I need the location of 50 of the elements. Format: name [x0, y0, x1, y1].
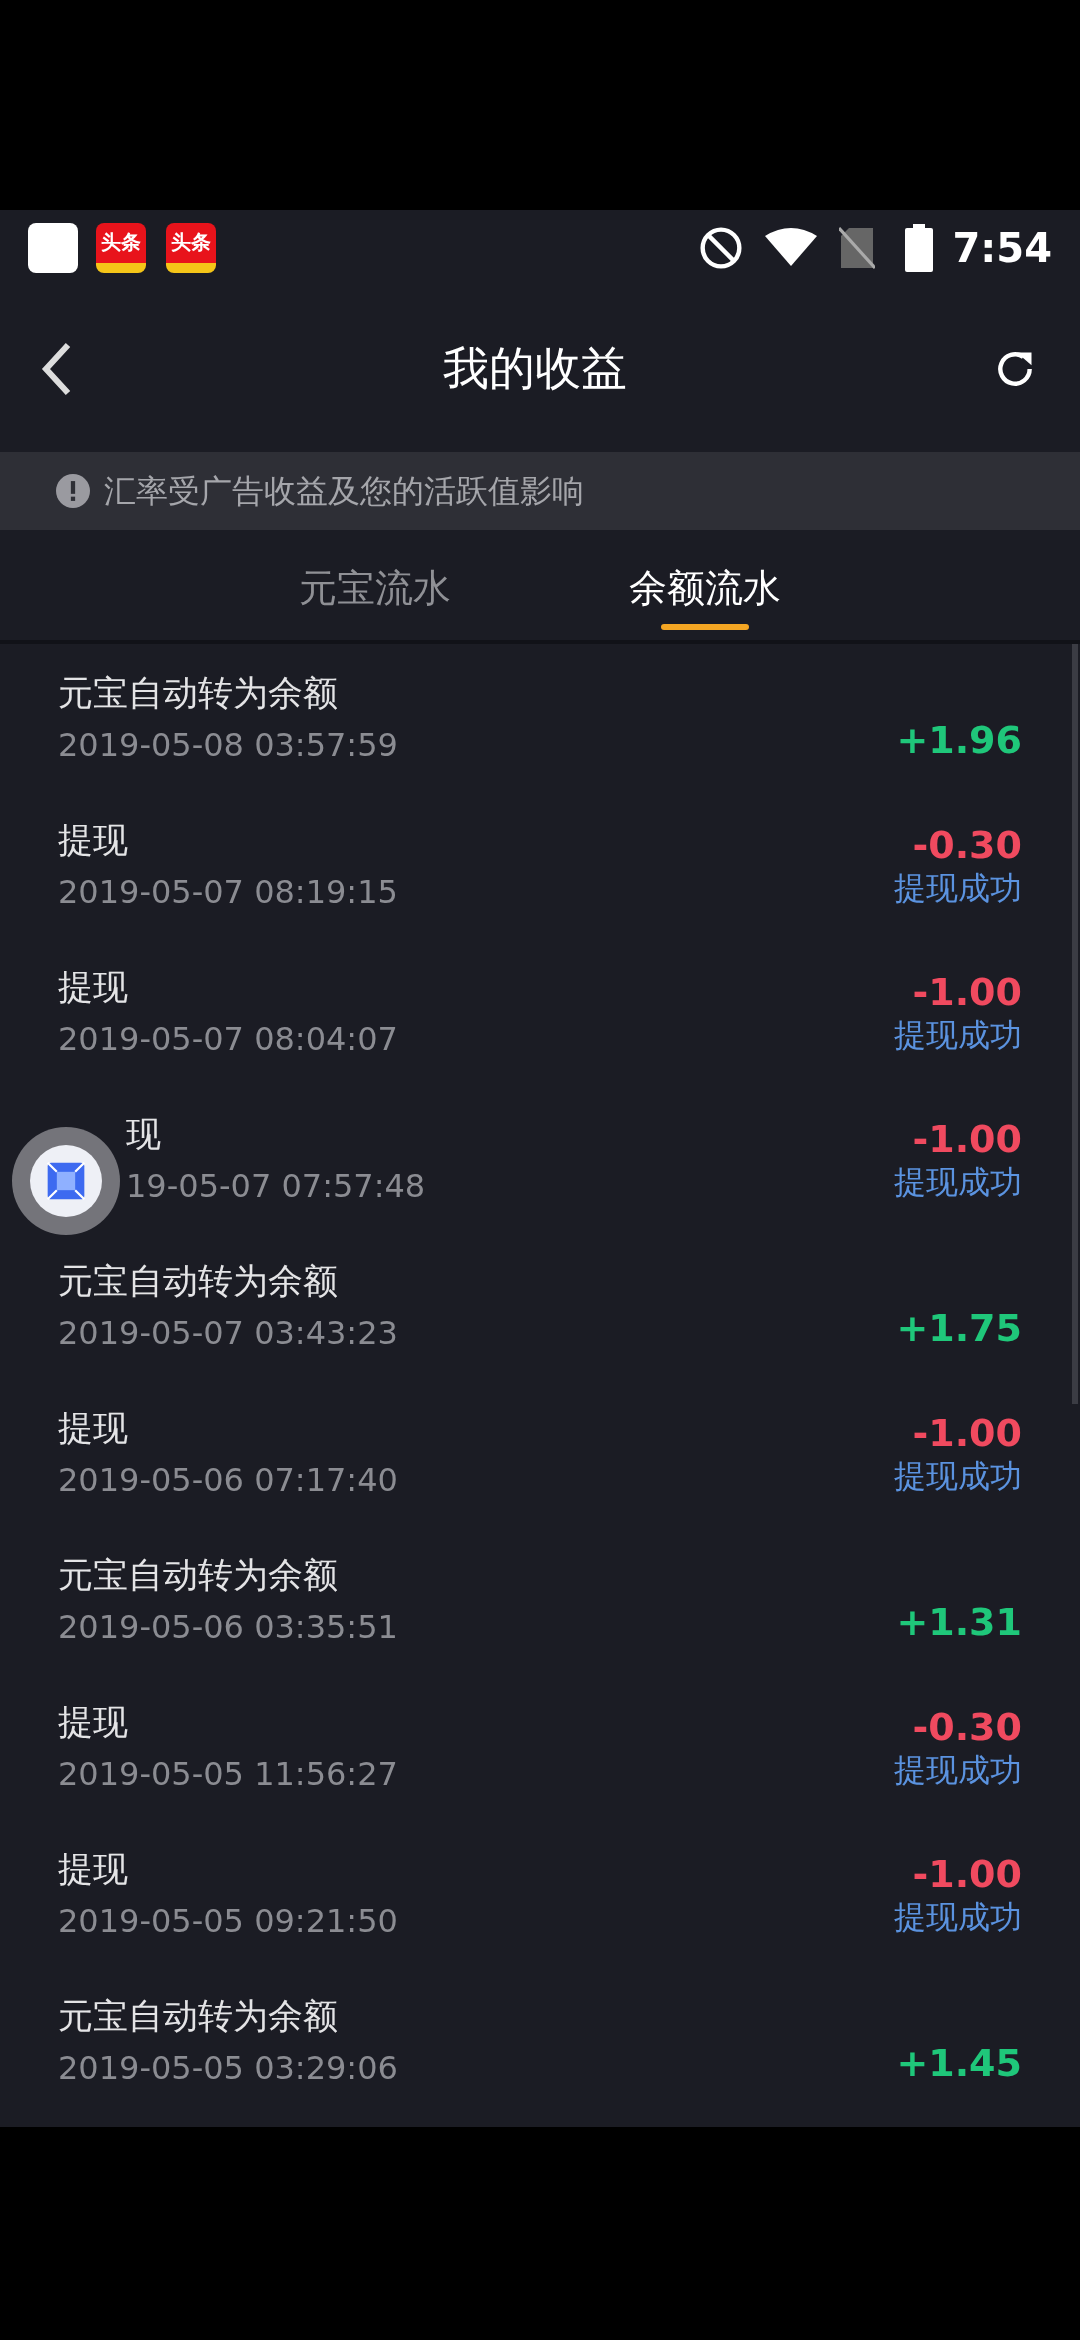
record-title: 现 [126, 1112, 162, 1156]
record-status: 提现成功 [894, 1455, 1022, 1496]
page-title: 我的收益 [443, 340, 627, 397]
record-time: 2019-05-06 03:35:51 [58, 1606, 398, 1647]
record-amount: +1.45 [896, 2040, 1022, 2086]
record-title: 提现 [58, 818, 129, 862]
record-title: 提现 [58, 1700, 129, 1744]
record-time: 2019-05-07 08:19:15 [58, 871, 398, 912]
record-status: 提现成功 [894, 867, 1022, 908]
record-amount: -1.00 [912, 1409, 1022, 1456]
do-not-disturb-icon [698, 225, 743, 270]
tab[interactable]: 元宝流水 [299, 566, 451, 630]
wifi-icon [764, 227, 817, 268]
record-title: 提现 [58, 1406, 129, 1450]
record-time: 2019-05-05 03:29:06 [58, 2047, 398, 2088]
record-title: 元宝自动转为余额 [58, 1259, 339, 1303]
record-amount: -1.00 [912, 1115, 1022, 1162]
record-time: 2019-05-05 11:56:27 [58, 1753, 398, 1794]
record-amount: +1.96 [896, 717, 1022, 763]
record-time: 19-05-07 07:57:48 [126, 1165, 426, 1206]
record-amount: -0.30 [912, 1703, 1022, 1750]
news-app-icon: 头条 [96, 222, 146, 273]
record-amount: -0.30 [912, 821, 1022, 868]
app-icon [28, 222, 78, 273]
record-amount: +1.31 [896, 1599, 1022, 1645]
record-status: 提现成功 [894, 1014, 1022, 1055]
record-title: 元宝自动转为余额 [58, 671, 339, 715]
tab[interactable]: 余额流水 [629, 566, 781, 630]
record-title: 元宝自动转为余额 [58, 1553, 339, 1597]
record-time: 2019-05-07 03:43:23 [58, 1312, 398, 1353]
record-status: 提现成功 [894, 1161, 1022, 1202]
no-sim-icon [838, 225, 875, 270]
news-app-icon: 头条 [166, 222, 216, 273]
record-time: 2019-05-06 07:17:40 [58, 1459, 398, 1500]
battery-icon [904, 223, 933, 272]
record-title: 提现 [58, 965, 129, 1009]
record-status: 提现成功 [894, 1749, 1022, 1790]
record-title: 提现 [58, 1847, 129, 1891]
notice-text: 汇率受广告收益及您的活跃值影响 [104, 471, 584, 512]
record-time: 2019-05-05 09:21:50 [58, 1900, 398, 1941]
clock-time: 7:54 [952, 223, 1052, 273]
record-amount: +1.75 [896, 1305, 1022, 1351]
cube-icon [44, 1159, 88, 1203]
record-title: 元宝自动转为余额 [58, 1994, 339, 2038]
record-time: 2019-05-07 08:04:07 [58, 1018, 398, 1059]
record-status: 提现成功 [894, 1896, 1022, 1937]
record-amount: -1.00 [912, 968, 1022, 1015]
info-icon [56, 474, 90, 508]
record-amount: -1.00 [912, 1850, 1022, 1897]
record-time: 2019-05-08 03:57:59 [58, 724, 398, 765]
